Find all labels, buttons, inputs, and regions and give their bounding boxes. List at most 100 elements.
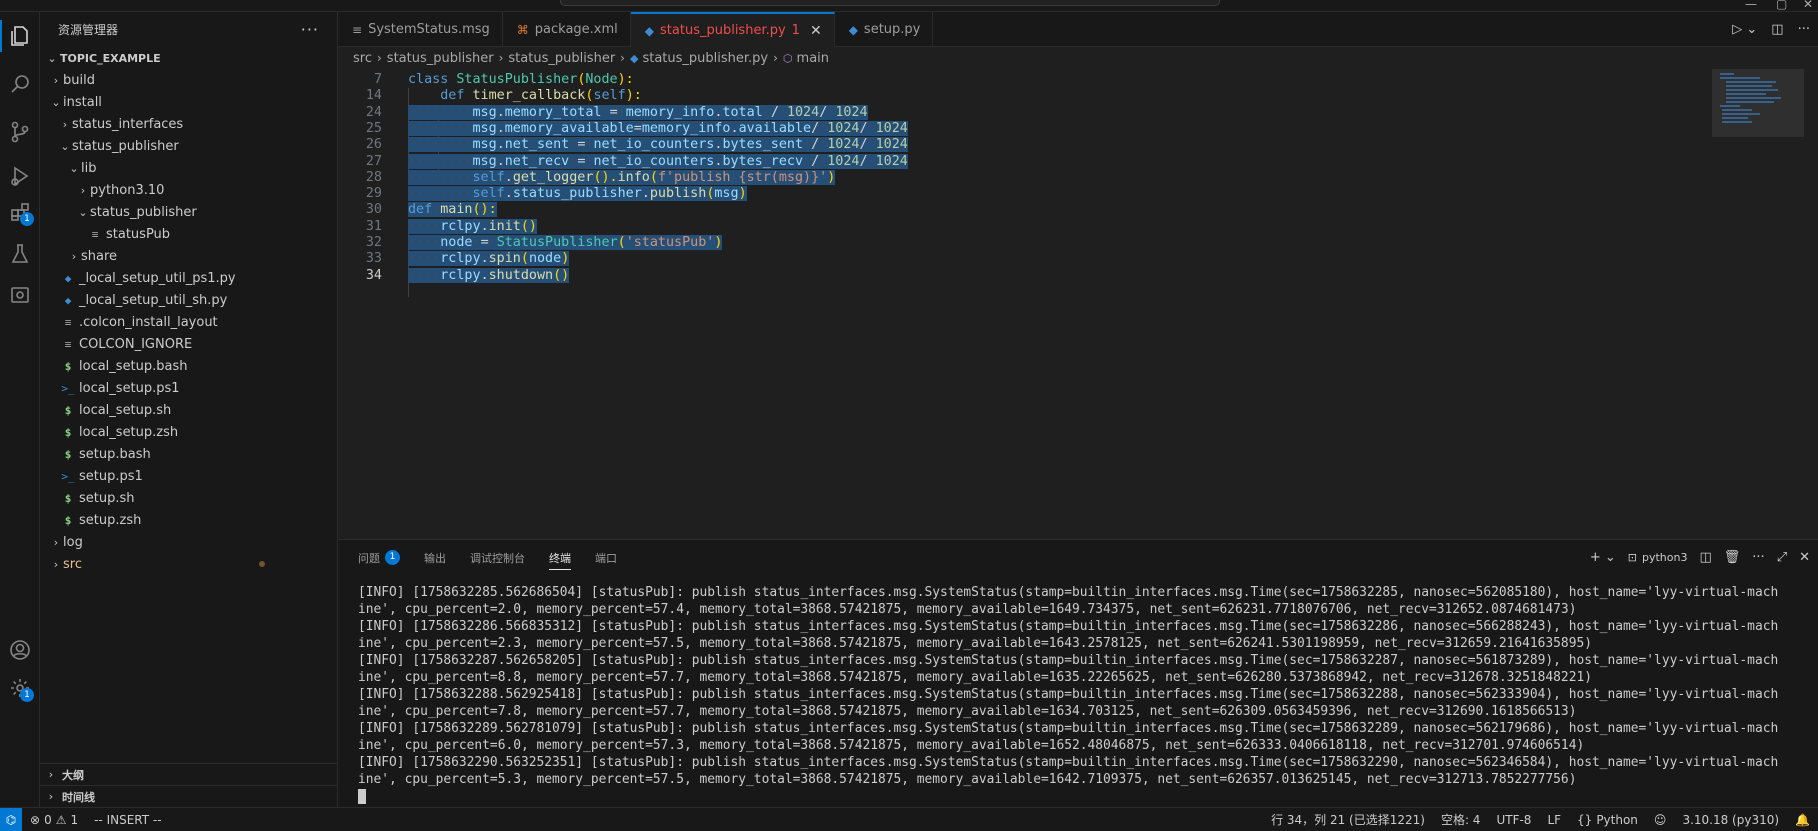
more-actions-icon[interactable]: ··· <box>1752 550 1764 565</box>
minimap-line <box>1726 85 1772 87</box>
tree-item[interactable]: ⌄ lib <box>40 157 337 179</box>
python-interpreter[interactable]: 3.10.18 (py310) <box>1674 813 1787 827</box>
close-window-icon[interactable]: ✕ <box>1803 0 1813 10</box>
panel-tab[interactable]: 调试控制台 <box>470 540 525 575</box>
extensions-icon[interactable]: 1 <box>0 192 40 232</box>
tree-item[interactable]: $ local_setup.bash <box>40 355 337 377</box>
tree-item[interactable]: ⌄ install <box>40 91 337 113</box>
tab-setup-py[interactable]: ◆ setup.py <box>835 12 934 47</box>
code-line[interactable]: 34 ····rclpy.shutdown() <box>338 266 570 285</box>
breadcrumb-item[interactable]: status_publisher <box>508 51 615 66</box>
outline-section[interactable]: › 大纲 <box>40 763 338 785</box>
notifications-icon[interactable]: 🔔 <box>1787 813 1818 827</box>
chevron-right-icon: › <box>773 51 778 65</box>
indentation[interactable]: 空格: 4 <box>1433 811 1489 828</box>
new-terminal-icon[interactable]: + ⌄ <box>1590 550 1616 565</box>
tree-item[interactable]: ⌄ status_publisher <box>40 135 337 157</box>
explorer-icon[interactable] <box>0 16 40 56</box>
tab-status-publisher-py[interactable]: ◆ status_publisher.py 1 ✕ <box>630 12 835 47</box>
tree-item[interactable]: ⌄ status_publisher <box>40 201 337 223</box>
panel-tab[interactable]: 端口 <box>595 540 617 575</box>
tree-item[interactable]: >_ setup.ps1 <box>40 465 337 487</box>
end-of-line[interactable]: LF <box>1539 813 1569 827</box>
more-actions-icon[interactable]: ··· <box>1798 22 1810 37</box>
more-actions-icon[interactable]: ··· <box>301 20 319 39</box>
code-editor[interactable]: 7 class StatusPublisher(Node): 14 def time… <box>338 69 1818 539</box>
tab-systemstatus-msg[interactable]: ≡ SystemStatus.msg <box>338 12 503 47</box>
close-panel-icon[interactable]: ✕ <box>1799 550 1810 565</box>
tree-item[interactable]: ≡ statusPub <box>40 223 337 245</box>
run-debug-icon[interactable] <box>0 156 40 196</box>
remote-indicator-icon[interactable]: ⌬ <box>0 808 22 831</box>
maximize-panel-icon[interactable]: ⤢ <box>1777 550 1787 565</box>
code-text: ····rclpy.spin(node) <box>408 251 570 267</box>
maximize-icon[interactable]: ▢ <box>1776 0 1787 10</box>
tree-item[interactable]: $ local_setup.zsh <box>40 421 337 443</box>
remote-explorer-icon[interactable] <box>0 276 40 316</box>
tree-item[interactable]: › share <box>40 245 337 267</box>
breadcrumb-item[interactable]: status_publisher <box>387 51 494 66</box>
chevron-down-icon: ⌄ <box>78 205 88 219</box>
terminal-selector[interactable]: ⊡ python3 <box>1628 551 1688 564</box>
breadcrumb-item[interactable]: ⬡ main <box>783 51 829 66</box>
code-text: ········msg.memory_available=memory_info… <box>408 120 908 136</box>
breadcrumb-item[interactable]: ◆ status_publisher.py <box>630 51 768 66</box>
tree-item[interactable]: $ local_setup.sh <box>40 399 337 421</box>
kill-terminal-icon[interactable]: 🗑 <box>1724 550 1741 565</box>
tab-package-xml[interactable]: ⌘ package.xml <box>503 12 631 47</box>
split-editor-icon[interactable]: ◫ <box>1771 22 1783 37</box>
copilot-icon[interactable]: ☺ <box>1646 813 1675 827</box>
run-python-file-icon[interactable]: ▷ ⌄ <box>1732 22 1757 37</box>
tree-item[interactable]: ≡ .colcon_install_layout <box>40 311 337 333</box>
tree-item[interactable]: › build <box>40 69 337 91</box>
tree-item[interactable]: >_ local_setup.ps1 <box>40 377 337 399</box>
minimap-line <box>1720 77 1760 79</box>
encoding[interactable]: UTF-8 <box>1488 813 1539 827</box>
minimap-slider[interactable] <box>1712 69 1804 137</box>
source-control-icon[interactable] <box>0 112 40 152</box>
search-icon[interactable] <box>0 64 40 104</box>
code-text: ····node·=·StatusPublisher('statusPub') <box>408 235 723 250</box>
problems-status[interactable]: ⊗ 0 ⚠ 1 <box>22 813 86 827</box>
close-tab-icon[interactable]: ✕ <box>810 23 822 39</box>
command-center-search[interactable] <box>560 0 1220 6</box>
tree-item[interactable]: ≡ COLCON_IGNORE <box>40 333 337 355</box>
terminal-prompt[interactable] <box>358 788 1818 804</box>
language-mode[interactable]: {} Python <box>1569 813 1646 827</box>
tree-item[interactable]: › python3.10 <box>40 179 337 201</box>
code-text: ····rclpy.shutdown() <box>408 267 570 283</box>
terminal-output[interactable]: [INFO] [1758632285.562686504] [statusPub… <box>358 584 1818 804</box>
tree-item[interactable]: › src <box>40 553 337 575</box>
panel-tab[interactable]: 问题 1 <box>358 540 400 575</box>
tree-item[interactable]: ◆ _local_setup_util_sh.py <box>40 289 337 311</box>
problems-badge: 1 <box>385 550 400 565</box>
tree-item[interactable]: › status_interfaces <box>40 113 337 135</box>
line-number: 26 <box>365 137 382 153</box>
cursor-position[interactable]: 行 34，列 21 (已选择1221) <box>1263 811 1433 828</box>
panel-tab[interactable]: 终端 <box>549 540 571 575</box>
breadcrumb-item[interactable]: src <box>353 51 372 66</box>
explorer-header: 资源管理器 ··· <box>40 12 337 47</box>
terminal-line: ine', cpu_percent=5.3, memory_percent=57… <box>358 772 1577 787</box>
tree-item[interactable]: $ setup.bash <box>40 443 337 465</box>
minimap-line <box>1726 97 1781 99</box>
workspace-folder-header[interactable]: ⌄ TOPIC_EXAMPLE <box>40 47 337 69</box>
tree-item-label: build <box>63 72 95 88</box>
timeline-section[interactable]: › 时间线 <box>40 785 338 807</box>
minimize-icon[interactable]: — <box>1745 0 1757 10</box>
tree-item[interactable]: $ setup.zsh <box>40 509 337 531</box>
breadcrumb-label: src <box>353 50 372 66</box>
tree-item[interactable]: › log <box>40 531 337 553</box>
tree-item-label: local_setup.zsh <box>79 424 179 440</box>
panel-tab[interactable]: 输出 <box>424 540 446 575</box>
tree-item-label: share <box>81 248 118 264</box>
accounts-icon[interactable] <box>0 630 40 670</box>
split-terminal-icon[interactable]: ◫ <box>1699 550 1711 565</box>
minimap[interactable] <box>1712 69 1818 539</box>
testing-icon[interactable] <box>0 234 40 274</box>
manage-gear-icon[interactable]: 1 <box>0 668 40 708</box>
tree-item[interactable]: $ setup.sh <box>40 487 337 509</box>
tree-item[interactable]: ◆ _local_setup_util_ps1.py <box>40 267 337 289</box>
error-count: 0 <box>44 812 52 827</box>
tree-item-label: COLCON_IGNORE <box>79 336 193 352</box>
